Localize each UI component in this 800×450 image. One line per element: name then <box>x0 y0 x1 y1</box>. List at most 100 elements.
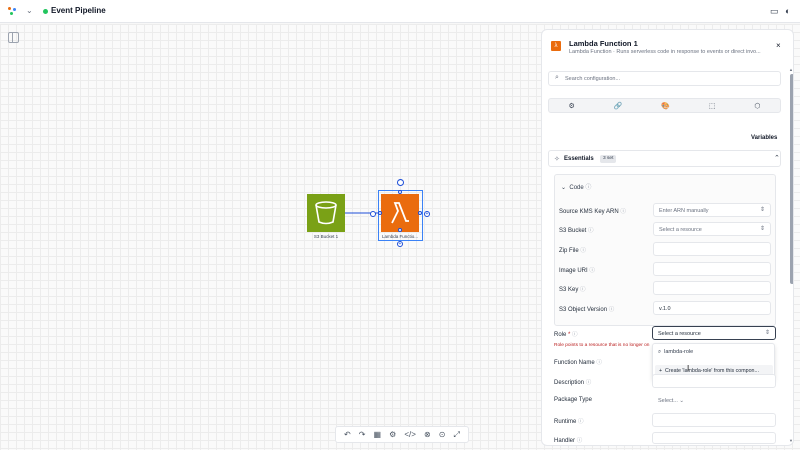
code-label: Code <box>569 185 584 191</box>
s3-key-input[interactable] <box>653 281 771 295</box>
status-indicator <box>43 9 48 14</box>
panel-subtitle: Lambda Function · Runs serverless code i… <box>569 49 761 55</box>
theme-icon[interactable]: ◐ <box>785 6 790 16</box>
description-input[interactable] <box>652 374 776 388</box>
close-icon[interactable]: × <box>776 41 781 50</box>
text-cursor-icon: I <box>687 364 690 373</box>
block-icon[interactable]: ⊗ <box>424 430 431 439</box>
search-placeholder: Search configuration... <box>565 76 621 82</box>
scroll-thumb[interactable] <box>790 74 793 284</box>
field-label-handler: Handler ⓘ <box>554 438 583 444</box>
add-below-icon[interactable]: + <box>397 241 403 247</box>
essentials-section-header[interactable]: ✧ Essentials 3 set ⌃ <box>548 150 781 167</box>
link-tab-icon[interactable]: 🔗 <box>614 102 623 110</box>
port-left-s3[interactable] <box>370 211 376 217</box>
info-icon: ⓘ <box>608 307 615 313</box>
field-label-s3-bucket: S3 Bucket ⓘ <box>559 228 594 234</box>
code-section-header[interactable]: ⌄ Code ⓘ <box>561 182 591 191</box>
bucket-icon <box>307 194 345 232</box>
field-label-package-type: Package Type <box>554 397 592 403</box>
chevron-down-icon[interactable]: ⌄ <box>26 6 33 15</box>
shield-tab-icon[interactable]: ⬡ <box>754 102 760 110</box>
info-icon: ⓘ <box>578 419 584 425</box>
sidebar-toggle-icon[interactable] <box>8 32 19 43</box>
info-icon: ⓘ <box>585 185 592 191</box>
port-right[interactable] <box>418 211 422 215</box>
s3-object-version-input[interactable]: v.1.0 <box>653 301 771 315</box>
package-type-select[interactable]: Select... ⌄ <box>652 393 692 407</box>
undo-icon[interactable]: ↶ <box>344 430 351 439</box>
config-tabs: ⚙ 🔗 🎨 ⬚ ⬡ <box>548 98 781 113</box>
updown-icon: ⇕ <box>759 226 765 232</box>
source-kms-select[interactable]: Enter ARN manually ⇕ <box>653 203 771 217</box>
node-top-handle-icon[interactable]: ⌃ <box>397 179 404 186</box>
info-icon: ⓘ <box>596 360 602 366</box>
runtime-input[interactable] <box>652 413 776 427</box>
sparkle-icon: ✧ <box>554 156 560 163</box>
node-label: S3 Bucket 1 <box>313 234 339 239</box>
info-icon: ⓘ <box>580 248 586 254</box>
port-left[interactable] <box>378 211 382 215</box>
scroll-down-icon[interactable]: ▼ <box>789 438 793 443</box>
add-port-icon[interactable]: + <box>424 211 430 217</box>
info-icon: ⓘ <box>589 268 595 274</box>
set-count-badge: 3 set <box>600 155 617 163</box>
field-label-image-uri: Image URI ⓘ <box>559 268 595 274</box>
field-label-s3-key: S3 Key ⓘ <box>559 287 586 293</box>
lambda-icon: λ <box>551 41 561 51</box>
scroll-up-icon[interactable]: ▲ <box>789 67 793 72</box>
port-bottom[interactable] <box>398 228 402 232</box>
search-input[interactable]: ⌕ Search configuration... <box>548 71 781 86</box>
redo-icon[interactable]: ↷ <box>359 430 366 439</box>
lambda-icon <box>381 194 419 232</box>
port-top[interactable] <box>398 190 402 194</box>
pipeline-title: Event Pipeline <box>51 6 106 15</box>
field-label-description: Description ⓘ <box>554 380 592 386</box>
config-panel: λ Lambda Function 1 Lambda Function · Ru… <box>541 29 794 446</box>
variables-link[interactable]: Variables <box>751 135 777 141</box>
panel-title: Lambda Function 1 <box>569 39 638 48</box>
panel-scrollbar[interactable] <box>790 74 793 442</box>
field-label-source-kms: Source KMS Key ARN ⓘ <box>559 209 626 215</box>
panel-header: λ Lambda Function 1 Lambda Function · Ru… <box>542 30 793 66</box>
fullscreen-icon[interactable]: ⤢ <box>453 430 459 440</box>
role-select[interactable]: Select a resource ⇕ <box>652 326 776 340</box>
field-label-runtime: Runtime ⓘ <box>554 419 584 425</box>
info-icon: ⓘ <box>576 438 583 444</box>
field-label-zip-file: Zip File ⓘ <box>559 248 586 254</box>
keyboard-icon[interactable]: ▭ <box>770 6 779 17</box>
code-icon[interactable]: </> <box>404 430 416 439</box>
search-icon: ⌕ <box>658 349 662 355</box>
role-error-message: Role points to a resource that is no lon… <box>554 343 650 348</box>
grid-icon[interactable]: ▦ <box>374 430 382 439</box>
info-icon: ⓘ <box>572 332 578 338</box>
updown-icon: ⇕ <box>759 207 765 213</box>
settings-tab-icon[interactable]: ⚙ <box>568 102 574 110</box>
dropdown-search-input[interactable]: ⌕ lambda-role <box>658 349 693 356</box>
s3-bucket-select[interactable]: Select a resource ⇕ <box>653 222 771 236</box>
app-logo[interactable] <box>8 7 18 17</box>
field-label-function-name: Function Name ⓘ <box>554 360 602 366</box>
top-bar: ⌄ Event Pipeline ▭ ◐ <box>0 0 800 23</box>
info-icon: ⓘ <box>580 287 586 293</box>
info-icon: ⓘ <box>620 209 626 215</box>
node-lambda-function[interactable]: Lambda Functio... <box>381 194 419 239</box>
canvas-toolbar: ↶ ↷ ▦ ⚙ </> ⊗ ⊙ ⤢ <box>335 426 469 443</box>
node-label: Lambda Functio... <box>381 234 419 239</box>
target-icon[interactable]: ⊙ <box>439 430 446 439</box>
info-icon: ⓘ <box>585 380 592 386</box>
info-icon: ⓘ <box>588 228 594 234</box>
field-label-s3-object-version: S3 Object Version ⓘ <box>559 307 615 313</box>
search-icon: ⌕ <box>555 74 559 81</box>
node-s3-bucket[interactable]: S3 Bucket 1 <box>307 194 345 239</box>
settings-icon[interactable]: ⚙ <box>389 430 396 439</box>
chevron-up-icon[interactable]: ⌃ <box>774 154 780 162</box>
copy-tab-icon[interactable]: ⬚ <box>709 102 716 110</box>
image-uri-input[interactable] <box>653 262 771 276</box>
handler-input[interactable] <box>652 432 776 444</box>
updown-icon: ⇕ <box>764 330 770 336</box>
palette-tab-icon[interactable]: 🎨 <box>661 102 670 110</box>
zip-file-input[interactable] <box>653 242 771 256</box>
essentials-label: Essentials <box>564 156 594 162</box>
field-label-role: Role * ⓘ <box>554 332 578 338</box>
